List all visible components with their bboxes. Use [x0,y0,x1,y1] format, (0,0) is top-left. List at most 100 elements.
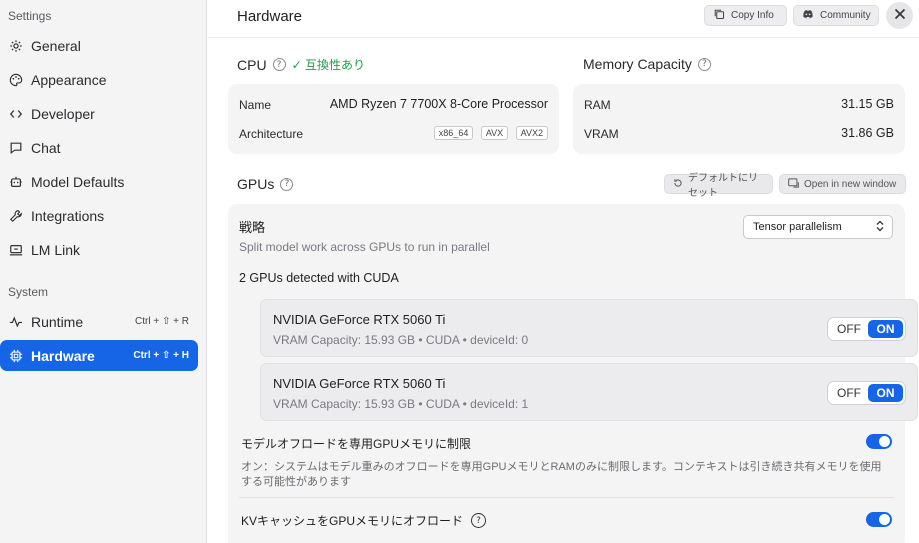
community-button[interactable]: Community [793,5,879,26]
open-window-label: Open in new window [804,178,897,190]
compat-badge: ✓ 互換性あり [292,56,365,73]
sidebar-item-label: Integrations [31,207,105,224]
sidebar-item-label: Chat [31,139,61,156]
shortcut-hint: Ctrl + ⇧ + H [133,350,189,361]
sidebar-item-appearance[interactable]: Appearance [0,64,198,95]
strategy-description: Split model work across GPUs to run in p… [239,240,490,254]
help-icon[interactable]: ? [471,513,487,528]
gpu-off-option[interactable]: OFF [830,322,868,336]
compat-label: 互換性あり [304,58,365,72]
cpu-name-label: Name [239,98,272,112]
vram-value: 31.86 GB [841,126,894,140]
cpu-title: CPU [237,56,267,73]
ram-value: 31.15 GB [841,97,894,111]
help-icon[interactable]: ? [272,58,286,71]
close-icon [894,7,906,25]
gpu-details: VRAM Capacity: 15.93 GB • CUDA • deviceI… [273,397,529,411]
code-icon [8,106,24,122]
kv-offload-toggle[interactable] [866,512,892,527]
offload-limit-label: モデルオフロードを専用GPUメモリに制限 [241,437,472,451]
gpu-settings-card: 戦略 Split model work across GPUs to run i… [228,204,918,543]
sidebar-item-model-defaults[interactable]: Model Defaults [0,166,198,197]
gpus-section-title: GPUs ? [237,176,294,192]
sidebar-item-label: Model Defaults [31,173,125,190]
cpu-section-title: CPU ? ✓ 互換性あり [237,56,365,73]
kv-offload-row: KVキャッシュをGPUメモリにオフロード ? [241,512,487,529]
sidebar-item-label: Hardware [31,347,95,364]
sidebar: Settings General Appearance Developer Ch… [0,0,207,543]
gpu-on-option[interactable]: ON [868,320,903,338]
chevron-updown-icon [876,220,884,235]
gpu-off-option[interactable]: OFF [830,386,868,400]
arch-tag: x86_64 [433,126,474,140]
gpu-item-0: NVIDIA GeForce RTX 5060 Ti VRAM Capacity… [260,299,918,357]
cpu-name-value: AMD Ryzen 7 7700X 8-Core Processor [329,97,548,111]
chip-icon [8,348,24,364]
cpu-arch-label: Architecture [239,127,304,141]
gpu-name: NVIDIA GeForce RTX 5060 Ti [273,312,446,327]
gpu-detected-text: 2 GPUs detected with CUDA [239,271,399,285]
strategy-value: Tensor parallelism [753,221,842,233]
sidebar-item-hardware[interactable]: Hardware Ctrl + ⇧ + H [0,340,198,371]
reset-icon [673,178,683,191]
ram-label: RAM [584,98,611,112]
activity-icon [8,314,24,330]
page-title: Hardware [237,8,303,25]
discord-icon [802,9,814,22]
sidebar-item-label: Developer [31,105,95,122]
gpu-on-option[interactable]: ON [868,384,903,402]
sidebar-item-lm-link[interactable]: LM Link [0,234,198,265]
copy-info-label: Copy Info [731,10,774,21]
divider [239,497,894,498]
gear-icon [8,38,24,54]
sidebar-item-label: LM Link [31,241,81,258]
gpu-item-1: NVIDIA GeForce RTX 5060 Ti VRAM Capacity… [260,363,918,421]
sidebar-item-developer[interactable]: Developer [0,98,198,129]
wrench-icon [8,208,24,224]
robot-icon [8,174,24,190]
vram-label: VRAM [584,127,619,141]
close-button[interactable] [886,2,913,29]
sidebar-item-runtime[interactable]: Runtime Ctrl + ⇧ + R [0,306,198,337]
sidebar-item-label: Appearance [31,71,107,88]
link-icon [8,242,24,258]
copy-info-button[interactable]: Copy Info [704,5,787,26]
cpu-card: Name AMD Ryzen 7 7700X 8-Core Processor … [228,84,559,154]
strategy-label: 戦略 [239,220,266,235]
gpu-toggle[interactable]: OFF ON [827,317,906,341]
system-heading: System [8,285,49,299]
memory-section-title: Memory Capacity ? [583,56,711,72]
help-icon[interactable]: ? [280,177,294,191]
community-label: Community [820,10,871,21]
cpu-arch-tags: x86_64 AVX AVX2 [430,125,548,140]
hardware-panel: CPU ? ✓ 互換性あり Name AMD Ryzen 7 7700X 8-C… [208,39,919,543]
kv-offload-label: KVキャッシュをGPUメモリにオフロード [241,514,464,528]
memory-title: Memory Capacity [583,56,692,72]
check-icon: ✓ [291,58,302,72]
sidebar-item-integrations[interactable]: Integrations [0,200,198,231]
reset-label: デフォルトにリセット [688,173,758,199]
gpus-title: GPUs [237,176,275,192]
arch-tag: AVX [480,126,509,140]
arch-tag: AVX2 [515,126,548,140]
strategy-select[interactable]: Tensor parallelism [743,215,893,239]
page-header: Hardware Copy Info Community [208,0,919,38]
copy-icon [713,8,725,23]
open-new-window-button[interactable]: Open in new window [779,174,906,194]
sidebar-item-label: General [31,37,81,54]
palette-icon [8,72,24,88]
settings-heading: Settings [8,9,52,23]
window-icon [788,177,799,191]
offload-limit-description: オン：システムはモデル重みのオフロードを専用GPUメモリとRAMのみに制限します… [241,461,882,488]
sidebar-item-general[interactable]: General [0,30,198,61]
help-icon[interactable]: ? [697,57,711,71]
gpu-name: NVIDIA GeForce RTX 5060 Ti [273,376,446,391]
shortcut-hint: Ctrl + ⇧ + R [135,316,189,327]
reset-defaults-button[interactable]: デフォルトにリセット [664,173,773,199]
sidebar-item-chat[interactable]: Chat [0,132,198,163]
gpu-details: VRAM Capacity: 15.93 GB • CUDA • deviceI… [273,333,529,347]
sidebar-item-label: Runtime [31,313,84,330]
offload-limit-toggle[interactable] [866,434,892,449]
chat-icon [8,140,24,156]
gpu-toggle[interactable]: OFF ON [827,381,906,405]
